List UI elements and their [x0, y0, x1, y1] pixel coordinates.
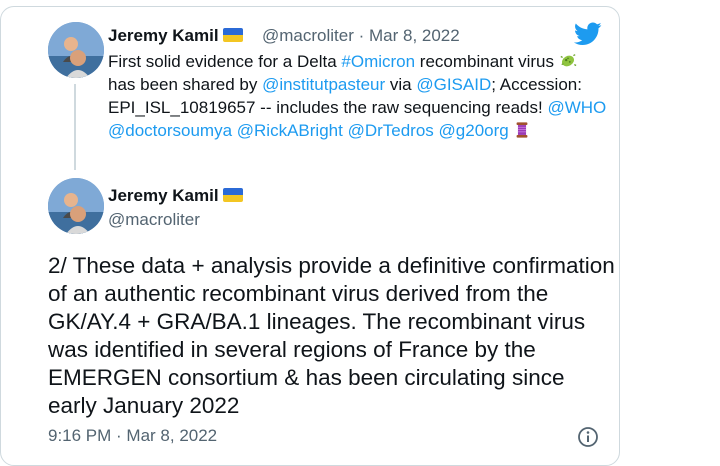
- author-name-text[interactable]: Jeremy Kamil: [108, 26, 219, 45]
- author-handle-line: @macroliter · Mar 8, 2022: [262, 26, 460, 46]
- hashtag-omicron-link[interactable]: #Omicron: [341, 52, 415, 71]
- author-handle[interactable]: @macroliter: [108, 210, 200, 230]
- tweet-1-text: via: [385, 75, 417, 94]
- mention-doctorsoumya-link[interactable]: @doctorsoumya: [108, 121, 232, 140]
- thread-connector-line: [74, 84, 76, 170]
- mention-institutpasteur-link[interactable]: @institutpasteur: [262, 75, 385, 94]
- avatar-photo-icon: [48, 22, 104, 78]
- tweet-1-text: recombinant virus: [415, 52, 559, 71]
- mention-gisaid-link[interactable]: @GISAID: [416, 75, 491, 94]
- microbe-emoji: [560, 54, 577, 67]
- mention-rickabright-link[interactable]: @RickABright: [237, 121, 343, 140]
- ukraine-flag-emoji: [222, 28, 243, 42]
- author-name[interactable]: Jeremy Kamil: [108, 186, 243, 206]
- ukraine-flag-emoji: [222, 188, 243, 202]
- mention-g20org-link[interactable]: @g20org: [439, 121, 509, 140]
- tweet-1-text: First solid evidence for a Delta: [108, 52, 342, 71]
- tweet-1-text: has been shared by: [108, 75, 263, 94]
- thread-spool-emoji: [517, 122, 528, 138]
- tweet-timestamp[interactable]: 9:16 PM · Mar 8, 2022: [48, 426, 217, 446]
- author-name-text[interactable]: Jeremy Kamil: [108, 186, 219, 205]
- tweet-2-body: 2/ These data + analysis provide a defin…: [48, 253, 615, 418]
- avatar[interactable]: [48, 22, 104, 78]
- tweet-date[interactable]: Mar 8, 2022: [369, 26, 460, 45]
- twitter-bird-icon[interactable]: [574, 22, 602, 46]
- tweet-1-body: First solid evidence for a Delta #Omicro…: [108, 50, 608, 142]
- info-icon[interactable]: [577, 426, 599, 448]
- author-handle[interactable]: @macroliter: [262, 26, 354, 45]
- mention-who-link[interactable]: @WHO: [547, 98, 606, 117]
- avatar-photo-icon: [48, 178, 104, 234]
- meta-separator: ·: [353, 26, 369, 45]
- mention-drtedros-link[interactable]: @DrTedros: [348, 121, 434, 140]
- avatar[interactable]: [48, 178, 104, 234]
- author-name[interactable]: Jeremy Kamil: [108, 26, 243, 46]
